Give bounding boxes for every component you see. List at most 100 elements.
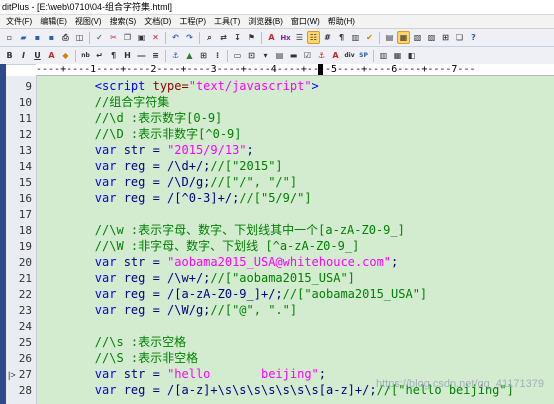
browser-icon[interactable]: ◧ [405, 49, 418, 62]
code-token: > [311, 79, 319, 93]
input-icon[interactable]: ⊡ [245, 49, 258, 62]
paste-icon[interactable]: ▣ [135, 31, 148, 44]
code-line[interactable]: var str = "aobama2015_USA@whitehouce.com… [37, 255, 398, 270]
save-icon[interactable]: ▪ [31, 31, 44, 44]
code-line[interactable]: var reg = /[^0-3]+/;//["5/9/"] [37, 191, 312, 206]
output-window-icon[interactable]: ▨ [425, 31, 438, 44]
code-line[interactable]: //\S :表示非空格 [37, 351, 198, 366]
code-line[interactable]: //组合字符集 [37, 95, 169, 110]
code-token: var [94, 143, 117, 157]
menu-file[interactable]: 文件(F) [2, 16, 36, 27]
delete-icon[interactable]: ✕ [149, 31, 162, 44]
menu-document[interactable]: 文档(D) [140, 16, 175, 27]
preview-icon[interactable]: ▦ [391, 49, 404, 62]
code-line[interactable]: //\w :表示字母、数字、下划线其中一个[a-zA-Z0-9_] [37, 223, 405, 238]
form-icon[interactable]: ▭ [231, 49, 244, 62]
replace-icon[interactable]: ⇄ [217, 31, 230, 44]
code-line[interactable]: var reg = /\W/g;//["@", "."] [37, 303, 297, 318]
button-tag-icon[interactable]: ▬ [287, 49, 300, 62]
undo-icon[interactable]: ↶ [169, 31, 182, 44]
hex-viewer-icon[interactable]: Hx [279, 31, 292, 44]
underline-button[interactable]: U [31, 49, 44, 62]
code-token: var [94, 191, 117, 205]
menu-window[interactable]: 窗口(W) [287, 16, 324, 27]
text-style-icon[interactable]: A [329, 49, 342, 62]
checkbox-icon[interactable]: ☑ [301, 49, 314, 62]
window-title-bar: ditPlus - [E:\web\0710\04-组合字符集.html] [0, 0, 554, 15]
line-number-icon[interactable]: # [321, 31, 334, 44]
cut-icon[interactable]: ✂ [107, 31, 120, 44]
new-file-icon[interactable]: ▫ [3, 31, 16, 44]
anchor-icon[interactable]: ⚓ [315, 49, 328, 62]
code-line[interactable]: var str = "hello beijing"; [37, 367, 326, 382]
help-icon[interactable]: ? [467, 31, 480, 44]
code-line[interactable]: //\W :非字母、数字、下划线 [^a-zA-Z0-9_] [37, 239, 360, 254]
menu-browser[interactable]: 浏览器(B) [244, 16, 287, 27]
whitespace-icon[interactable]: ¶ [335, 31, 348, 44]
code-line[interactable]: var reg = /[a-zA-Z0-9_]+/;//["aobama2015… [37, 287, 427, 302]
menu-help[interactable]: 帮助(H) [324, 16, 359, 27]
code-line[interactable]: <script type="text/javascript"> [37, 79, 319, 94]
menu-search[interactable]: 搜索(S) [106, 16, 141, 27]
redo-icon[interactable]: ↷ [183, 31, 196, 44]
toggle-bookmark-icon[interactable]: ⚑ [245, 31, 258, 44]
print-icon[interactable]: ⎙ [59, 31, 72, 44]
nbsp-button[interactable]: nb [79, 49, 92, 62]
check-mark-icon[interactable]: ✔ [363, 31, 376, 44]
menu-view[interactable]: 视图(V) [71, 16, 106, 27]
print-preview-icon[interactable]: ◫ [73, 31, 86, 44]
menu-edit[interactable]: 编辑(E) [36, 16, 71, 27]
code-token: reg = /\w+/; [116, 271, 211, 285]
bold-button[interactable]: B [3, 49, 16, 62]
code-token: //["aobama2015_USA"] [282, 287, 428, 301]
center-icon[interactable]: ≡ [149, 49, 162, 62]
spell-check-icon[interactable]: ✓ [93, 31, 106, 44]
ruler-toggle-icon[interactable]: ☷ [307, 31, 320, 44]
cascade-windows-icon[interactable]: ❏ [453, 31, 466, 44]
cliptext-window-icon[interactable]: ▧ [411, 31, 424, 44]
code-line[interactable]: var str = "2015/9/13"; [37, 143, 254, 158]
font-button[interactable]: A [45, 49, 58, 62]
window-layout-icon[interactable]: ▤ [383, 31, 396, 44]
div-button[interactable]: div [343, 49, 356, 62]
copy-icon[interactable]: ❐ [121, 31, 134, 44]
line-number: 18 [18, 224, 32, 237]
code-line[interactable]: var reg = /\d+/;//["2015"] [37, 159, 283, 174]
image-icon[interactable]: ▲ [183, 49, 196, 62]
directory-window-icon[interactable]: ▦ [397, 31, 410, 44]
word-wrap-icon[interactable]: ☰ [293, 31, 306, 44]
select-icon[interactable]: ▾ [259, 49, 272, 62]
line-break-icon[interactable]: ↵ [93, 49, 106, 62]
code-editor[interactable]: <script type="text/javascript"> //组合字符集 … [37, 76, 554, 404]
color-picker-icon[interactable]: ◆ [59, 49, 72, 62]
goto-icon[interactable]: ↧ [231, 31, 244, 44]
heading-button[interactable]: H [121, 49, 134, 62]
code-line[interactable]: //\d :表示数字[0-9] [37, 111, 222, 126]
code-line[interactable]: var reg = /\w+/;//["aobama2015_USA"] [37, 271, 355, 286]
window-title: ditPlus - [E:\web\0710\04-组合字符集.html] [2, 2, 173, 12]
font-color-icon[interactable]: A [265, 31, 278, 44]
code-token: reg = /\d+/; [116, 159, 211, 173]
code-line[interactable]: var reg = /\D/g;//["/", "/"] [37, 175, 297, 190]
list-icon[interactable]: ⁝ [211, 49, 224, 62]
open-folder-icon[interactable]: ▰ [17, 31, 30, 44]
code-line[interactable]: //\s :表示空格 [37, 335, 186, 350]
horizontal-rule-icon[interactable]: ― [135, 49, 148, 62]
span-button[interactable]: SP [357, 49, 370, 62]
find-icon[interactable]: ⌕ [203, 31, 216, 44]
paragraph-button[interactable]: ¶ [107, 49, 120, 62]
split-view-icon[interactable]: ▥ [377, 49, 390, 62]
menu-tools[interactable]: 工具(T) [210, 16, 244, 27]
save-all-icon[interactable]: ▪ [45, 31, 58, 44]
tile-windows-icon[interactable]: ⊞ [439, 31, 452, 44]
link-icon[interactable]: ⚓ [169, 49, 182, 62]
table-icon[interactable]: ⊞ [197, 49, 210, 62]
menu-project[interactable]: 工程(P) [175, 16, 210, 27]
code-line[interactable]: //\D :表示非数字[^0-9] [37, 127, 242, 142]
column-select-icon[interactable]: ▥ [349, 31, 362, 44]
textarea-icon[interactable]: ▤ [273, 49, 286, 62]
italic-button[interactable]: I [17, 49, 30, 62]
